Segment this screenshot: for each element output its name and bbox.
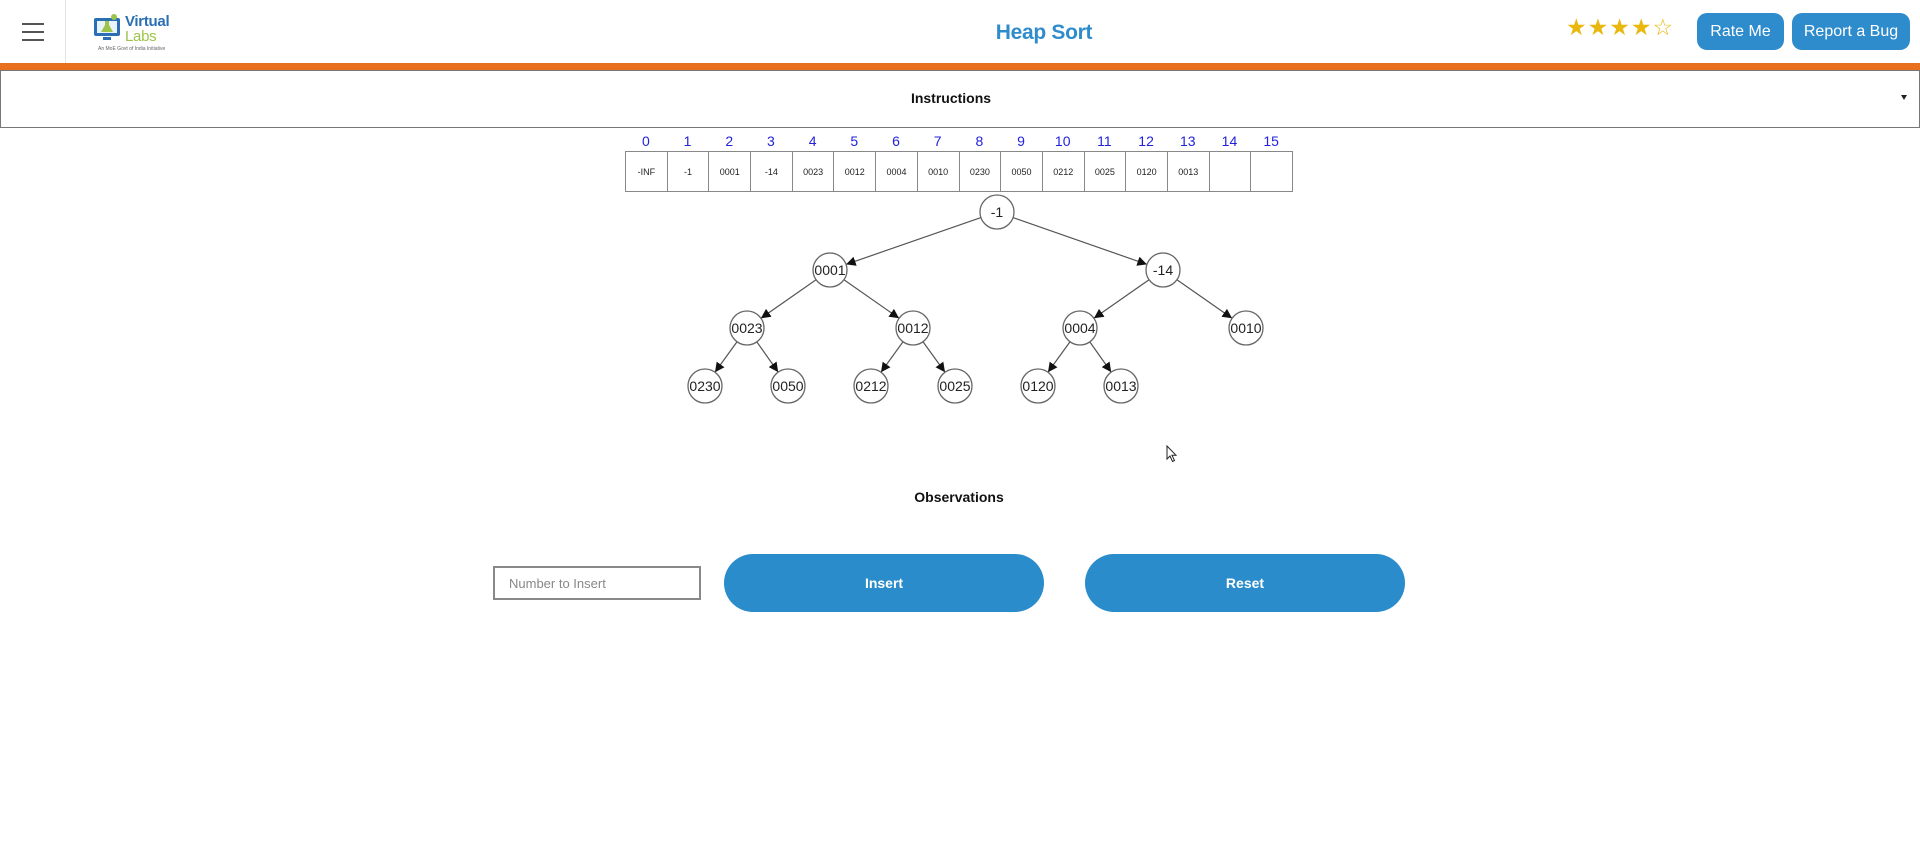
tree-node: 0050 (770, 368, 806, 404)
insert-button[interactable]: Insert (724, 554, 1044, 612)
heap-array: 0 1 2 3 4 5 6 7 8 9 10 11 12 13 14 15 -INF -1 0001 -14 0023… (625, 131, 1293, 192)
tree-edge (1089, 341, 1112, 373)
array-index: 6 (892, 133, 900, 149)
observations-label: Observations (914, 489, 1004, 505)
reset-button[interactable]: Reset (1085, 554, 1405, 612)
tree-node: 0230 (687, 368, 723, 404)
tree-node: -1 (979, 194, 1015, 230)
page-title: Heap Sort (995, 21, 1093, 44)
tree-node: 0001 (812, 252, 848, 288)
tree-edge (843, 279, 900, 319)
array-cell-row: -INF -1 0001 -14 0023 0012 0004 0010 0230 0050 021… (625, 151, 1293, 192)
array-cell: 0010 (917, 151, 960, 192)
virtual-labs-logo[interactable]: Virtual Labs An MoE Govt of India Initia… (92, 8, 172, 54)
tree-node-label: -14 (1153, 262, 1173, 278)
array-index: 8 (975, 133, 984, 149)
array-cell: 0023 (792, 151, 835, 192)
tree-edge (1047, 341, 1071, 373)
array-cell (1209, 151, 1252, 192)
array-index: 7 (933, 133, 942, 149)
array-index: 2 (725, 133, 734, 149)
hamburger-menu-icon[interactable] (0, 0, 66, 63)
array-index: 15 (1263, 133, 1279, 149)
array-cell: 0120 (1126, 151, 1168, 192)
tree-edge (880, 341, 904, 373)
array-cell: 0012 (834, 151, 877, 192)
report-bug-button[interactable]: Report a Bug (1792, 13, 1910, 50)
tree-node-label: -1 (991, 204, 1004, 220)
star-filled-icon[interactable]: ★ (1588, 14, 1609, 41)
monitor-flask-logo-icon (94, 14, 120, 40)
tree-edge (1176, 279, 1233, 319)
tree-node-label: 0013 (1105, 378, 1136, 394)
array-index: 11 (1097, 133, 1112, 149)
tree-node-label: 0050 (772, 378, 803, 394)
star-filled-icon[interactable]: ★ (1566, 14, 1587, 41)
array-cell (1251, 151, 1293, 192)
tree-edge (1012, 217, 1148, 266)
array-cell: -INF (626, 151, 668, 192)
tree-node: 0012 (895, 310, 931, 346)
star-empty-icon[interactable]: ☆ (1653, 14, 1674, 41)
logo-tagline: An MoE Govt of India Initiative (98, 46, 166, 52)
tree-node: 0013 (1103, 368, 1139, 404)
array-cell: -1 (667, 151, 710, 192)
tree-edge (756, 341, 779, 373)
array-cell: 0050 (1001, 151, 1043, 192)
tree-node: -14 (1145, 252, 1181, 288)
array-cell: 0230 (959, 151, 1002, 192)
top-navbar: Virtual Labs An MoE Govt of India Initia… (0, 0, 1920, 63)
array-index: 0 (641, 133, 650, 149)
array-index: 9 (1017, 133, 1025, 149)
tree-node-label: 0004 (1064, 320, 1095, 336)
tree-node: 0010 (1228, 310, 1264, 346)
number-to-insert-input[interactable] (493, 566, 701, 600)
array-index-row: 0 1 2 3 4 5 6 7 8 9 10 11 12 13 14 15 (625, 131, 1293, 151)
caret-down-icon (1901, 95, 1907, 100)
array-cell: 0013 (1167, 151, 1210, 192)
array-cell: 0001 (709, 151, 752, 192)
tree-edge (922, 341, 946, 373)
mouse-cursor-icon (1166, 445, 1178, 463)
star-rating[interactable]: ★ ★ ★ ★ ☆ (1566, 14, 1673, 41)
rate-me-button[interactable]: Rate Me (1697, 13, 1784, 50)
logo-text-labs: Labs (125, 28, 157, 45)
star-filled-icon[interactable]: ★ (1631, 14, 1652, 41)
tree-node-label: 0120 (1022, 378, 1053, 394)
tree-edge (1093, 279, 1150, 319)
instructions-label: Instructions (910, 90, 992, 106)
tree-node-label: 0025 (939, 378, 970, 394)
tree-node-label: 0012 (897, 320, 928, 336)
array-index: 4 (808, 133, 817, 149)
tree-node: 0004 (1062, 310, 1098, 346)
tree-node-label: 0023 (731, 320, 762, 336)
array-index: 13 (1179, 133, 1196, 149)
tree-node: 0023 (729, 310, 765, 346)
array-index: 3 (767, 133, 775, 149)
star-filled-icon[interactable]: ★ (1609, 14, 1630, 41)
tree-node-label: 0212 (855, 378, 886, 394)
array-index: 5 (850, 133, 859, 149)
array-index: 10 (1054, 133, 1071, 149)
tree-node: 0025 (937, 368, 973, 404)
brand-divider (0, 63, 1920, 70)
array-cell: -14 (751, 151, 793, 192)
array-index: 1 (683, 133, 692, 149)
tree-node: 0120 (1020, 368, 1056, 404)
array-cell: 0025 (1084, 151, 1127, 192)
tree-edge (760, 279, 817, 319)
instructions-dropdown[interactable]: Instructions (0, 70, 1920, 128)
array-cell: 0004 (876, 151, 918, 192)
tree-edge (845, 217, 982, 266)
array-index: 14 (1221, 133, 1238, 149)
tree-node-label: 0230 (689, 378, 720, 394)
array-cell: 0212 (1042, 151, 1085, 192)
tree-node-label: 0010 (1230, 320, 1261, 336)
tree-node: 0212 (853, 368, 889, 404)
array-index: 12 (1138, 133, 1154, 149)
tree-edge (714, 341, 738, 373)
tree-node-label: 0001 (814, 262, 845, 278)
